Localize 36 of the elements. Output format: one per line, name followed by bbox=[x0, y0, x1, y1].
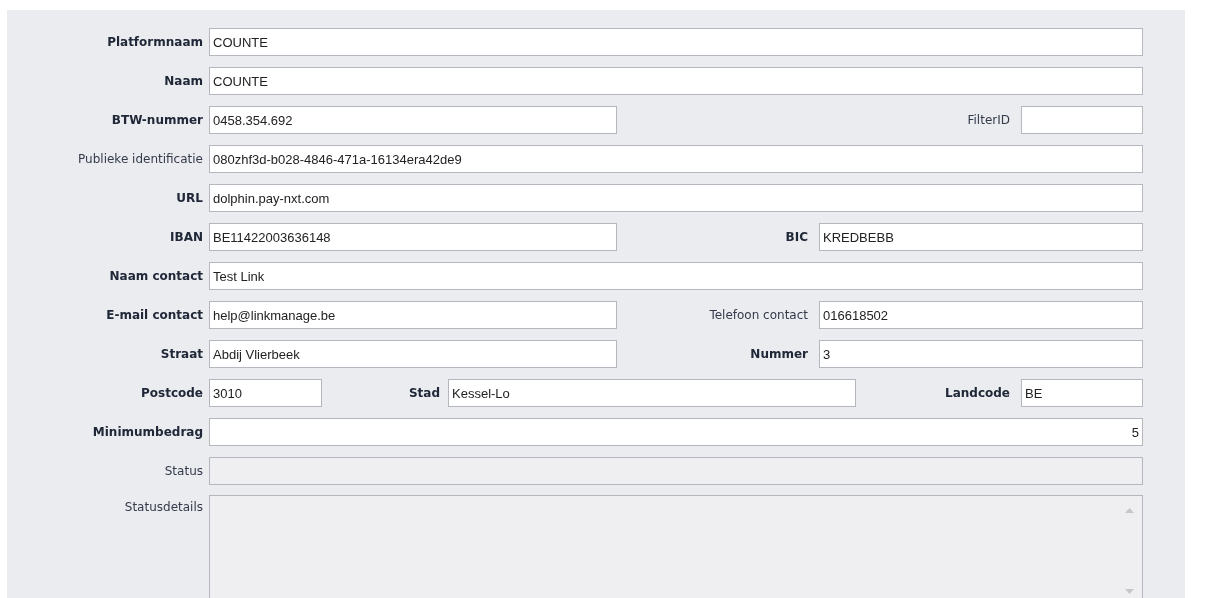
field-label: Naam contact bbox=[108, 269, 204, 283]
input-field[interactable]: BE11422003636148 bbox=[209, 223, 617, 251]
input-field[interactable] bbox=[1021, 106, 1143, 134]
field-label: E-mail contact bbox=[105, 308, 204, 322]
field-label: BTW-nummer bbox=[110, 113, 204, 127]
input-field[interactable]: dolphin.pay-nxt.com bbox=[209, 184, 1143, 212]
input-field[interactable]: Kessel-Lo bbox=[448, 379, 856, 407]
input-field[interactable]: 3 bbox=[819, 340, 1143, 368]
input-field[interactable]: 5 bbox=[209, 418, 1143, 446]
field-label: Statusdetails bbox=[123, 499, 204, 514]
field-label: Straat bbox=[159, 347, 204, 361]
input-field[interactable]: 080zhf3d-b028-4846-471a-16134era42de9 bbox=[209, 145, 1143, 173]
input-field[interactable]: Test Link bbox=[209, 262, 1143, 290]
field-label: BIC bbox=[784, 230, 809, 244]
input-field[interactable]: 3010 bbox=[209, 379, 322, 407]
input-field[interactable]: BE bbox=[1021, 379, 1143, 407]
field-label: Postcode bbox=[140, 386, 204, 400]
field-label: Landcode bbox=[944, 386, 1011, 400]
field-label: URL bbox=[175, 191, 204, 205]
input-field[interactable]: 0458.354.692 bbox=[209, 106, 617, 134]
field-label: Nummer bbox=[749, 347, 809, 361]
input-field[interactable]: help@linkmanage.be bbox=[209, 301, 617, 329]
field-label: Minimumbedrag bbox=[91, 425, 204, 439]
field-label: IBAN bbox=[169, 230, 204, 244]
field-label: Publieke identificatie bbox=[77, 152, 204, 166]
input-field[interactable]: Abdij Vlierbeek bbox=[209, 340, 617, 368]
field-label: FilterID bbox=[966, 113, 1011, 127]
field-label: Platformnaam bbox=[106, 35, 204, 49]
input-field[interactable]: COUNTE bbox=[209, 67, 1143, 95]
field-label: Naam bbox=[163, 74, 204, 88]
input-field[interactable]: 016618502 bbox=[819, 301, 1143, 329]
field-label: Stad bbox=[407, 386, 441, 400]
input-field[interactable]: KREDBEBB bbox=[819, 223, 1143, 251]
field-label: Telefoon contact bbox=[708, 308, 809, 322]
input-field[interactable]: COUNTE bbox=[209, 28, 1143, 56]
field-label: Status bbox=[163, 464, 204, 478]
